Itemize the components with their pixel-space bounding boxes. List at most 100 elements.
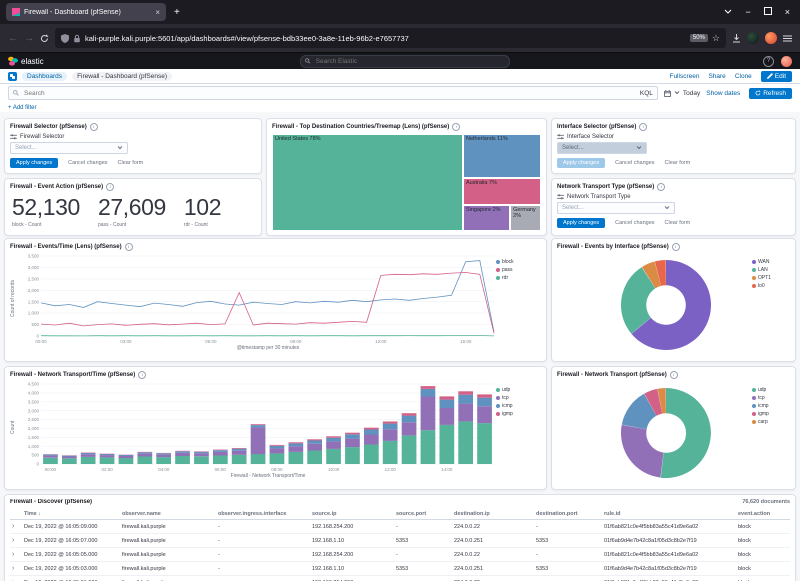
reload-icon[interactable]: [40, 34, 49, 43]
legend-item[interactable]: rdr: [496, 275, 540, 281]
apply-changes-button[interactable]: Apply changes: [10, 158, 58, 168]
legend-item[interactable]: icmp: [752, 403, 788, 409]
interface-select[interactable]: Select...: [557, 142, 647, 154]
user-avatar[interactable]: [781, 56, 792, 67]
legend-item[interactable]: tcp: [752, 395, 788, 401]
info-icon[interactable]: i: [138, 371, 146, 379]
global-search[interactable]: [300, 55, 510, 68]
column-header[interactable]: source.port: [396, 511, 452, 517]
legend-item[interactable]: OPT1: [752, 275, 788, 281]
profile-avatar[interactable]: [747, 32, 759, 44]
share-button[interactable]: Share: [708, 73, 725, 80]
column-header[interactable]: observer.ingress.interface: [218, 511, 310, 517]
time-range-label[interactable]: Today: [683, 90, 700, 97]
svg-text:0: 0: [36, 334, 39, 339]
menu-icon[interactable]: [783, 35, 792, 42]
refresh-button[interactable]: Refresh: [749, 88, 792, 99]
minimize-button[interactable]: −: [745, 7, 750, 17]
help-icon[interactable]: ?: [763, 56, 774, 67]
clear-form-button[interactable]: Clear form: [665, 220, 691, 226]
account-avatar[interactable]: [765, 32, 777, 44]
info-icon[interactable]: i: [672, 243, 680, 251]
fullscreen-button[interactable]: Fullscreen: [669, 73, 699, 80]
browser-tab[interactable]: Firewall - Dashboard (pfSense) ×: [6, 3, 166, 21]
date-picker[interactable]: Today: [664, 90, 700, 97]
expand-row-icon[interactable]: ›: [12, 537, 22, 544]
zoom-indicator[interactable]: 50%: [690, 34, 708, 42]
kql-label[interactable]: KQL: [640, 90, 653, 97]
cancel-changes-button[interactable]: Cancel changes: [615, 220, 654, 226]
downloads-icon[interactable]: [732, 34, 741, 43]
treemap-tile[interactable]: Netherlands 11%: [463, 134, 541, 178]
tabs-list-icon[interactable]: [724, 9, 732, 15]
column-header[interactable]: destination.port: [536, 511, 602, 517]
elastic-logo[interactable]: elastic: [8, 56, 44, 66]
legend-item[interactable]: udp: [752, 387, 788, 393]
svg-text:09:00: 09:00: [290, 339, 302, 344]
treemap-tile[interactable]: Australia 7%: [463, 178, 541, 205]
legend-item[interactable]: block: [496, 259, 540, 265]
legend-item[interactable]: igmp: [496, 411, 540, 417]
info-icon[interactable]: i: [670, 371, 678, 379]
cancel-changes-button[interactable]: Cancel changes: [68, 160, 107, 166]
edit-button[interactable]: Edit: [761, 71, 792, 82]
legend-item[interactable]: tcp: [496, 395, 540, 401]
tab-close-icon[interactable]: ×: [155, 8, 160, 17]
clear-form-button[interactable]: Clear form: [665, 160, 691, 166]
shield-icon[interactable]: [61, 34, 69, 43]
info-icon[interactable]: i: [90, 123, 98, 131]
column-header[interactable]: rule.id: [604, 511, 736, 517]
info-icon[interactable]: i: [452, 123, 460, 131]
column-header[interactable]: event.action: [738, 511, 788, 517]
column-header[interactable]: destination.ip: [454, 511, 534, 517]
maximize-button[interactable]: [764, 7, 772, 17]
expand-row-icon[interactable]: ›: [12, 551, 22, 558]
treemap-tile[interactable]: Singapore 2%: [463, 205, 510, 231]
global-search-input[interactable]: [314, 57, 505, 66]
new-tab-button[interactable]: +: [174, 7, 180, 18]
donut-slice[interactable]: [621, 425, 664, 478]
apply-changes-button[interactable]: Apply changes: [557, 158, 605, 168]
legend-item[interactable]: pass: [496, 267, 540, 273]
legend-item[interactable]: icmp: [496, 403, 540, 409]
svg-text:2,500: 2,500: [28, 277, 40, 282]
kql-search-input[interactable]: [22, 89, 637, 98]
column-header[interactable]: observer.name: [122, 511, 216, 517]
info-icon[interactable]: i: [125, 243, 133, 251]
legend-item[interactable]: lo0: [752, 283, 788, 289]
kibana-toolbar: Dashboards Firewall - Dashboard (pfSense…: [0, 69, 800, 84]
legend-item[interactable]: LAN: [752, 267, 788, 273]
legend-item[interactable]: WAN: [752, 259, 788, 265]
back-icon[interactable]: ←: [8, 33, 18, 44]
legend-item[interactable]: udp: [496, 387, 540, 393]
info-icon[interactable]: i: [639, 123, 647, 131]
table-cell: -: [396, 552, 452, 558]
cancel-changes-button[interactable]: Cancel changes: [615, 160, 654, 166]
bookmark-star-icon[interactable]: ☆: [712, 33, 720, 44]
column-header[interactable]: source.ip: [312, 511, 394, 517]
breadcrumb-dashboards[interactable]: Dashboards: [22, 72, 67, 81]
apply-changes-button[interactable]: Apply changes: [557, 218, 605, 228]
transport-type-select[interactable]: Select...: [557, 202, 675, 214]
kql-search[interactable]: KQL: [8, 86, 658, 100]
column-header[interactable]: Time ↓: [24, 511, 120, 517]
treemap-tile[interactable]: United States 78%: [272, 134, 463, 231]
add-filter-button[interactable]: + Add filter: [8, 105, 37, 111]
clear-form-button[interactable]: Clear form: [118, 160, 144, 166]
treemap-tile[interactable]: Germany 2%: [510, 205, 541, 231]
legend-item[interactable]: carp: [752, 419, 788, 425]
forward-icon[interactable]: →: [24, 33, 34, 44]
firewall-select[interactable]: Select...: [10, 142, 128, 154]
clone-button[interactable]: Clone: [735, 73, 752, 80]
expand-row-icon[interactable]: ›: [12, 565, 22, 572]
lock-icon[interactable]: [73, 34, 81, 43]
expand-row-icon[interactable]: ›: [12, 523, 22, 530]
info-icon[interactable]: i: [106, 183, 114, 191]
info-icon[interactable]: i: [657, 183, 665, 191]
show-dates-button[interactable]: Show dates: [706, 90, 740, 97]
url-bar[interactable]: kali-purple.kali.purple:5601/app/dashboa…: [55, 28, 726, 48]
donut-slice[interactable]: [661, 388, 711, 478]
svg-text:3,000: 3,000: [28, 265, 40, 270]
legend-item[interactable]: igmp: [752, 411, 788, 417]
close-button[interactable]: ×: [785, 7, 790, 17]
